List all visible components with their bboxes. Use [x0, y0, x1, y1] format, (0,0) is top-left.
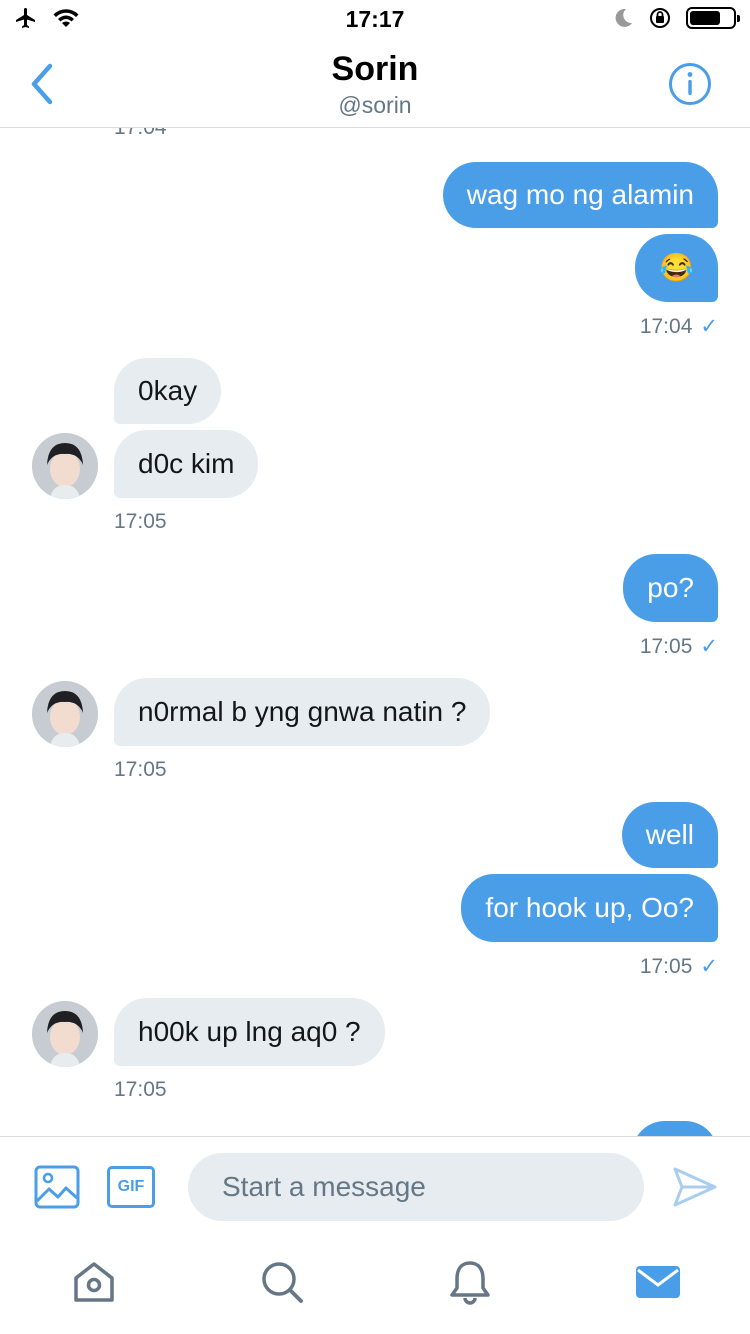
- orientation-lock-icon: [650, 8, 670, 28]
- moon-icon: [615, 8, 632, 27]
- message-time: 17:05 ✓: [639, 955, 718, 978]
- status-bar: 17:17: [0, 0, 750, 40]
- sent-check-icon: ✓: [700, 955, 718, 978]
- info-icon[interactable]: [668, 62, 712, 106]
- incoming-message[interactable]: d0c kim: [114, 430, 259, 498]
- avatar[interactable]: [32, 681, 98, 747]
- battery-icon: [686, 7, 740, 29]
- avatar[interactable]: [32, 1001, 98, 1067]
- message-time: 17:05 ✓: [639, 635, 718, 658]
- avatar-image: [32, 433, 98, 499]
- incoming-message[interactable]: n0rmal b yng gnwa natin ?: [114, 678, 491, 746]
- sent-check-icon: ✓: [700, 315, 718, 338]
- sent-check-icon: ✓: [700, 635, 718, 658]
- gif-button[interactable]: GIF: [107, 1166, 155, 1208]
- avatar[interactable]: [32, 433, 98, 499]
- message-time: 17:05: [114, 1078, 167, 1101]
- incoming-message[interactable]: h00k up lng aq0 ?: [114, 998, 385, 1066]
- message-time: 17:04 ✓: [639, 315, 718, 338]
- outgoing-message[interactable]: wag mo ng alamin: [442, 162, 718, 228]
- message-time: 17:05: [114, 758, 167, 781]
- message-time: 17:04: [114, 128, 167, 140]
- outgoing-message[interactable]: for hook up, Oo?: [461, 874, 718, 942]
- search-icon[interactable]: [258, 1258, 306, 1306]
- home-icon[interactable]: [70, 1258, 118, 1306]
- battery-level: [690, 11, 720, 25]
- message-input[interactable]: [188, 1153, 644, 1221]
- send-icon[interactable]: [672, 1165, 718, 1209]
- outgoing-message[interactable]: 😂: [635, 234, 718, 302]
- image-icon[interactable]: [34, 1165, 80, 1209]
- incoming-message[interactable]: 0kay: [114, 358, 222, 424]
- composer: GIF: [0, 1136, 750, 1236]
- mail-icon[interactable]: [634, 1258, 682, 1306]
- conversation-header: Sorin @sorin: [0, 40, 750, 128]
- bell-icon[interactable]: [446, 1258, 494, 1306]
- outgoing-message-partial[interactable]: [632, 1121, 718, 1136]
- avatar-image: [32, 1001, 98, 1067]
- status-right: [612, 6, 740, 30]
- outgoing-message[interactable]: po?: [623, 554, 718, 622]
- avatar-image: [32, 681, 98, 747]
- conversation-handle: @sorin: [338, 92, 412, 118]
- tab-bar: [0, 1236, 750, 1334]
- outgoing-message[interactable]: well: [621, 802, 718, 868]
- conversation-title[interactable]: Sorin: [0, 50, 750, 89]
- message-thread[interactable]: 17:04 wag mo ng alamin 😂 17:04✓ 0kay d0c…: [0, 128, 750, 1136]
- message-time: 17:05: [114, 510, 167, 533]
